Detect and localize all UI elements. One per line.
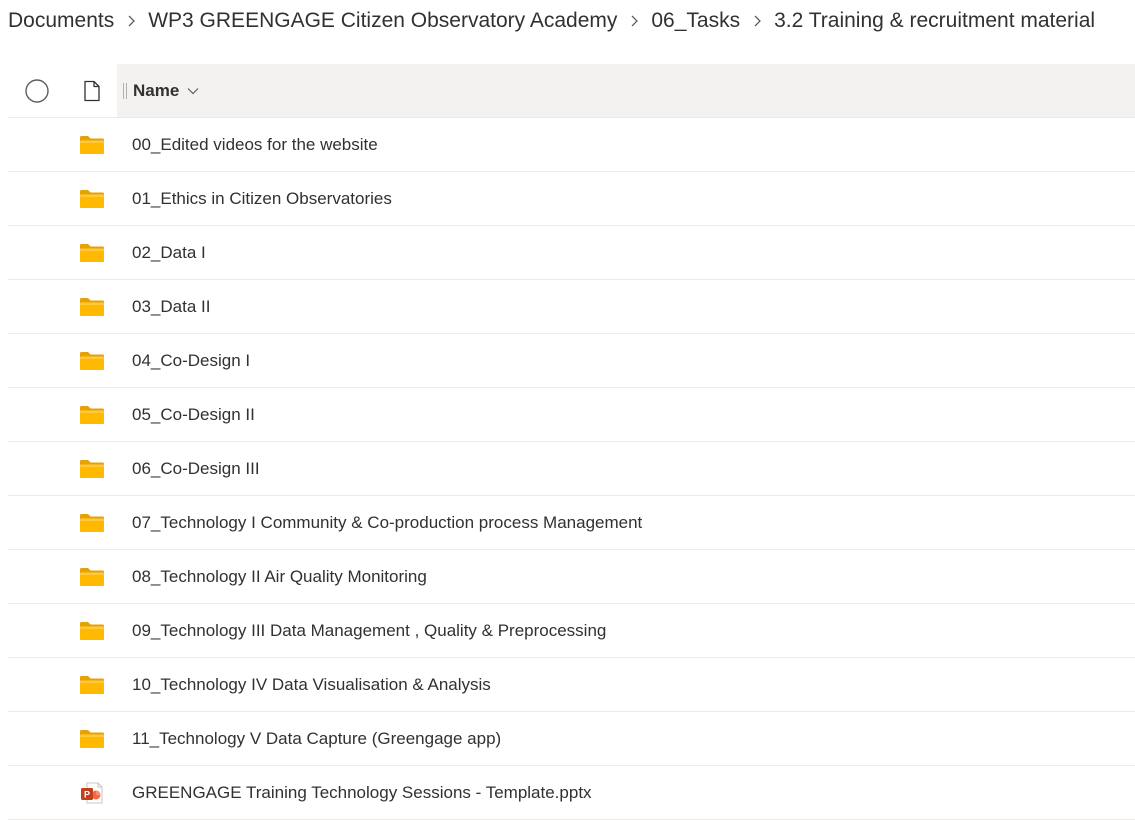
chevron-right-icon	[617, 9, 651, 33]
folder-icon	[66, 550, 117, 603]
list-item[interactable]: 06_Co-Design III	[8, 442, 1135, 496]
list-item[interactable]: 07_Technology I Community & Co-productio…	[8, 496, 1135, 550]
breadcrumb-documents[interactable]: Documents	[8, 9, 114, 33]
folder-icon	[66, 334, 117, 387]
row-select-checkbox[interactable]	[8, 604, 66, 657]
folder-icon	[66, 442, 117, 495]
row-select-checkbox[interactable]	[8, 550, 66, 603]
list-item[interactable]: 11_Technology V Data Capture (Greengage …	[8, 712, 1135, 766]
row-select-checkbox[interactable]	[8, 226, 66, 279]
folder-icon	[66, 658, 117, 711]
list-item[interactable]: 09_Technology III Data Management , Qual…	[8, 604, 1135, 658]
list-rows: 00_Edited videos for the website 01_Ethi…	[8, 118, 1135, 820]
folder-icon	[66, 388, 117, 441]
folder-icon	[66, 712, 117, 765]
svg-text:P: P	[83, 789, 89, 799]
file-list: Name 00_Edited videos for the website 01…	[8, 64, 1135, 820]
item-name-link[interactable]: 08_Technology II Air Quality Monitoring	[117, 567, 427, 587]
row-select-checkbox[interactable]	[8, 658, 66, 711]
document-icon	[83, 80, 100, 101]
row-select-checkbox[interactable]	[8, 172, 66, 225]
column-resize-handle[interactable]	[123, 82, 127, 99]
folder-icon	[66, 280, 117, 333]
item-name-link[interactable]: 03_Data II	[117, 297, 210, 317]
breadcrumb-current-folder[interactable]: 3.2 Training & recruitment material	[774, 9, 1095, 33]
folder-icon	[66, 604, 117, 657]
powerpoint-file-icon: P	[66, 766, 117, 819]
item-name-link[interactable]: 02_Data I	[117, 243, 206, 263]
list-header: Name	[8, 64, 1135, 118]
chevron-right-icon	[114, 9, 148, 33]
circle-icon	[25, 78, 49, 103]
folder-icon	[66, 172, 117, 225]
item-name-link[interactable]: 11_Technology V Data Capture (Greengage …	[117, 729, 501, 749]
item-name-link[interactable]: 04_Co-Design I	[117, 351, 250, 371]
item-name-link[interactable]: GREENGAGE Training Technology Sessions -…	[117, 783, 592, 803]
list-item[interactable]: 00_Edited videos for the website	[8, 118, 1135, 172]
list-item[interactable]: 05_Co-Design II	[8, 388, 1135, 442]
item-name-link[interactable]: 10_Technology IV Data Visualisation & An…	[117, 675, 491, 695]
folder-icon	[66, 118, 117, 171]
select-all-checkbox[interactable]	[8, 64, 66, 117]
breadcrumb: Documents WP3 GREENGAGE Citizen Observat…	[8, 0, 1095, 42]
list-item[interactable]: 10_Technology IV Data Visualisation & An…	[8, 658, 1135, 712]
folder-icon	[66, 496, 117, 549]
row-select-checkbox[interactable]	[8, 496, 66, 549]
file-type-header[interactable]	[66, 64, 117, 117]
chevron-down-icon[interactable]	[187, 87, 199, 95]
row-select-checkbox[interactable]	[8, 334, 66, 387]
row-select-checkbox[interactable]	[8, 442, 66, 495]
item-name-link[interactable]: 01_Ethics in Citizen Observatories	[117, 189, 392, 209]
list-item[interactable]: 01_Ethics in Citizen Observatories	[8, 172, 1135, 226]
chevron-right-icon	[740, 9, 774, 33]
item-name-link[interactable]: 00_Edited videos for the website	[117, 135, 378, 155]
item-name-link[interactable]: 05_Co-Design II	[117, 405, 255, 425]
list-item[interactable]: 04_Co-Design I	[8, 334, 1135, 388]
breadcrumb-tasks[interactable]: 06_Tasks	[651, 9, 740, 33]
list-item[interactable]: P GREENGAGE Training Technology Sessions…	[8, 766, 1135, 820]
name-column-label: Name	[133, 80, 180, 100]
row-select-checkbox[interactable]	[8, 766, 66, 819]
folder-icon	[66, 226, 117, 279]
item-name-link[interactable]: 07_Technology I Community & Co-productio…	[117, 513, 642, 533]
row-select-checkbox[interactable]	[8, 280, 66, 333]
name-column-header[interactable]: Name	[117, 64, 1135, 117]
row-select-checkbox[interactable]	[8, 712, 66, 765]
row-select-checkbox[interactable]	[8, 118, 66, 171]
item-name-link[interactable]: 06_Co-Design III	[117, 459, 260, 479]
row-select-checkbox[interactable]	[8, 388, 66, 441]
list-item[interactable]: 02_Data I	[8, 226, 1135, 280]
item-name-link[interactable]: 09_Technology III Data Management , Qual…	[117, 621, 606, 641]
list-item[interactable]: 03_Data II	[8, 280, 1135, 334]
list-item[interactable]: 08_Technology II Air Quality Monitoring	[8, 550, 1135, 604]
breadcrumb-academy[interactable]: WP3 GREENGAGE Citizen Observatory Academ…	[148, 9, 617, 33]
